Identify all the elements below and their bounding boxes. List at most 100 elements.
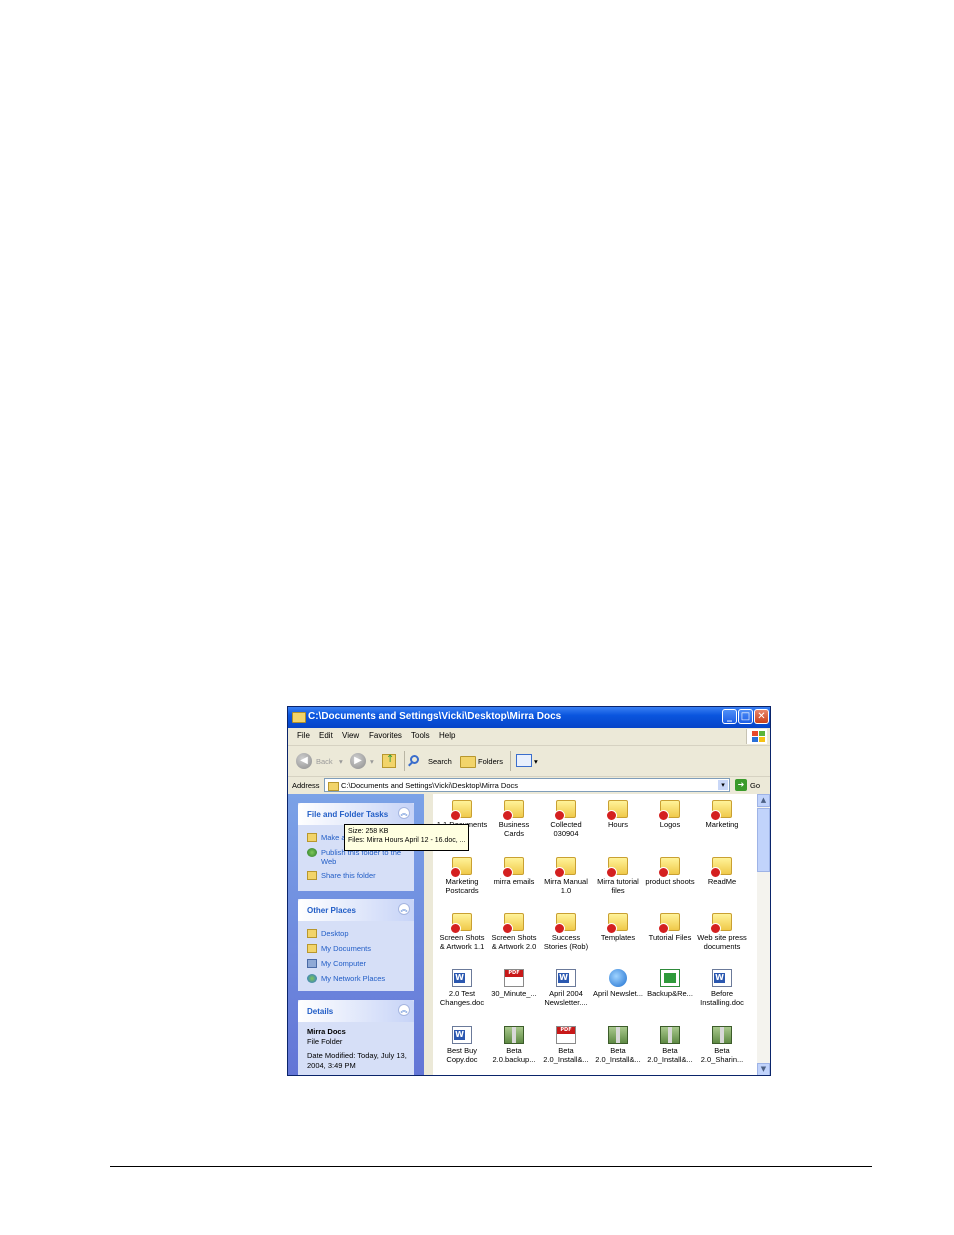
panel-header[interactable]: Details ︽: [298, 1000, 414, 1022]
file-label: Success Stories (Rob): [543, 933, 589, 951]
file-item[interactable]: Mirra Manual 1.0: [540, 851, 592, 905]
file-item[interactable]: Screen Shots & Artwork 1.1: [436, 907, 488, 961]
file-label: Beta 2.0_Install&...: [647, 1046, 693, 1064]
zip-strap: [720, 1027, 724, 1043]
file-list-view[interactable]: 1.1 DocumentsBusiness CardsCollected 030…: [433, 794, 757, 1075]
file-label: Screen Shots & Artwork 2.0: [491, 933, 537, 951]
file-item[interactable]: ReadMe: [696, 851, 748, 905]
pdf-band: PDF: [557, 1027, 575, 1034]
file-item[interactable]: Hours: [592, 794, 644, 848]
collapse-chevron-icon[interactable]: ︽: [398, 807, 410, 819]
file-item[interactable]: W 2.0 Test Changes.doc: [436, 963, 488, 1017]
file-item[interactable]: PDF Beta 2.0_Install&...: [540, 1020, 592, 1074]
file-item[interactable]: Beta 2.0.backup...: [488, 1020, 540, 1074]
details-name: Mirra Docs: [307, 1027, 346, 1036]
pdf-icon: PDF: [556, 1026, 576, 1044]
publish-web-icon: [307, 848, 317, 857]
menu-help[interactable]: Help: [439, 731, 455, 740]
maximize-button[interactable]: □: [738, 709, 753, 724]
shared-folder-icon: [554, 800, 576, 821]
address-input[interactable]: C:\Documents and Settings\Vicki\Desktop\…: [324, 778, 730, 792]
file-item[interactable]: Templates: [592, 907, 644, 961]
panel-header[interactable]: Other Places ︽: [298, 899, 414, 921]
file-item[interactable]: mirra emails: [488, 851, 540, 905]
file-item[interactable]: Business Cards: [488, 794, 540, 848]
explorer-window: C:\Documents and Settings\Vicki\Desktop\…: [287, 706, 771, 1076]
shared-folder-icon: [450, 913, 472, 934]
toolbar-separator: [510, 751, 511, 771]
file-item[interactable]: Collected 030904: [540, 794, 592, 848]
share-folder-icon: [307, 871, 317, 880]
zip-icon: [712, 1026, 732, 1044]
back-arrow-icon[interactable]: ◀: [296, 753, 312, 769]
file-item[interactable]: W Best Buy Copy.doc: [436, 1020, 488, 1074]
file-item[interactable]: Screen Shots & Artwork 2.0: [488, 907, 540, 961]
close-button[interactable]: ✕: [754, 709, 769, 724]
title-bar[interactable]: C:\Documents and Settings\Vicki\Desktop\…: [288, 707, 770, 728]
up-folder-icon[interactable]: ↑: [382, 754, 396, 768]
scrollbar-thumb[interactable]: [757, 808, 770, 872]
zip-strap: [616, 1027, 620, 1043]
menu-edit[interactable]: Edit: [319, 731, 333, 740]
menu-bar: File Edit View Favorites Tools Help: [288, 728, 770, 746]
file-item[interactable]: W Before Installing.doc: [696, 963, 748, 1017]
file-item[interactable]: Backup&Re...: [644, 963, 696, 1017]
file-label: Hours: [607, 820, 628, 829]
menu-file[interactable]: File: [297, 731, 310, 740]
file-item[interactable]: Tutorial Files: [644, 907, 696, 961]
folder-icon: [328, 782, 339, 791]
go-button[interactable]: Go: [750, 781, 760, 790]
file-item[interactable]: product shoots: [644, 851, 696, 905]
forward-arrow-icon[interactable]: ▶: [350, 753, 366, 769]
folders-icon[interactable]: [460, 756, 476, 768]
collapse-chevron-icon[interactable]: ︽: [398, 1004, 410, 1016]
my-documents-icon: [307, 944, 317, 953]
address-label: Address: [292, 781, 320, 790]
scroll-up-icon[interactable]: ▲: [757, 794, 770, 807]
search-button[interactable]: Search: [428, 757, 452, 766]
menu-favorites[interactable]: Favorites: [369, 731, 402, 740]
views-dropdown-icon[interactable]: ▾: [534, 757, 538, 766]
menu-view[interactable]: View: [342, 731, 359, 740]
file-label: Before Installing.doc: [700, 989, 744, 1007]
word-doc-icon: W: [556, 969, 576, 987]
forward-dropdown-icon[interactable]: ▾: [370, 757, 374, 766]
zip-strap: [512, 1027, 516, 1043]
details-type: File Folder: [307, 1037, 343, 1046]
minimize-button[interactable]: _: [722, 709, 737, 724]
file-item[interactable]: Logos: [644, 794, 696, 848]
go-arrow-icon[interactable]: ➜: [735, 779, 747, 791]
shared-folder-icon: [554, 913, 576, 934]
scroll-down-icon[interactable]: ▼: [757, 1063, 770, 1075]
toolbar: ◀ Back ▾ ▶ ▾ ↑ Search Folders ▾: [288, 746, 770, 777]
back-dropdown-icon[interactable]: ▾: [339, 757, 343, 766]
file-item[interactable]: Marketing Postcards: [436, 851, 488, 905]
file-item[interactable]: PDF 30_Minute_...: [488, 963, 540, 1017]
panel-header[interactable]: File and Folder Tasks ︽: [298, 803, 414, 825]
file-item[interactable]: Beta 2.0_Sharin...: [696, 1020, 748, 1074]
file-item[interactable]: W April 2004 Newsletter....: [540, 963, 592, 1017]
file-item[interactable]: Mirra tutorial files: [592, 851, 644, 905]
file-item[interactable]: Success Stories (Rob): [540, 907, 592, 961]
menu-tools[interactable]: Tools: [411, 731, 430, 740]
file-item[interactable]: April Newslet...: [592, 963, 644, 1017]
file-item[interactable]: Beta 2.0_Install&...: [592, 1020, 644, 1074]
file-item[interactable]: Beta 2.0_Install&...: [644, 1020, 696, 1074]
zip-icon: [504, 1026, 524, 1044]
address-value: C:\Documents and Settings\Vicki\Desktop\…: [341, 781, 519, 790]
file-item[interactable]: Marketing: [696, 794, 748, 848]
panel-title: Details: [307, 1007, 334, 1016]
address-dropdown-icon[interactable]: ▾: [718, 780, 728, 790]
views-icon[interactable]: [516, 754, 532, 767]
shared-folder-icon: [502, 913, 524, 934]
shared-folder-icon: [502, 800, 524, 821]
folders-button[interactable]: Folders: [478, 757, 503, 766]
shared-folder-icon: [606, 857, 628, 878]
shared-folder-icon: [658, 913, 680, 934]
file-label: Screen Shots & Artwork 1.1: [439, 933, 485, 951]
file-item[interactable]: Web site press documents: [696, 907, 748, 961]
collapse-chevron-icon[interactable]: ︽: [398, 903, 410, 915]
back-button[interactable]: Back: [316, 757, 333, 766]
vertical-scrollbar[interactable]: ▲ ▼: [757, 794, 770, 1075]
file-label: Tutorial Files: [648, 933, 692, 942]
